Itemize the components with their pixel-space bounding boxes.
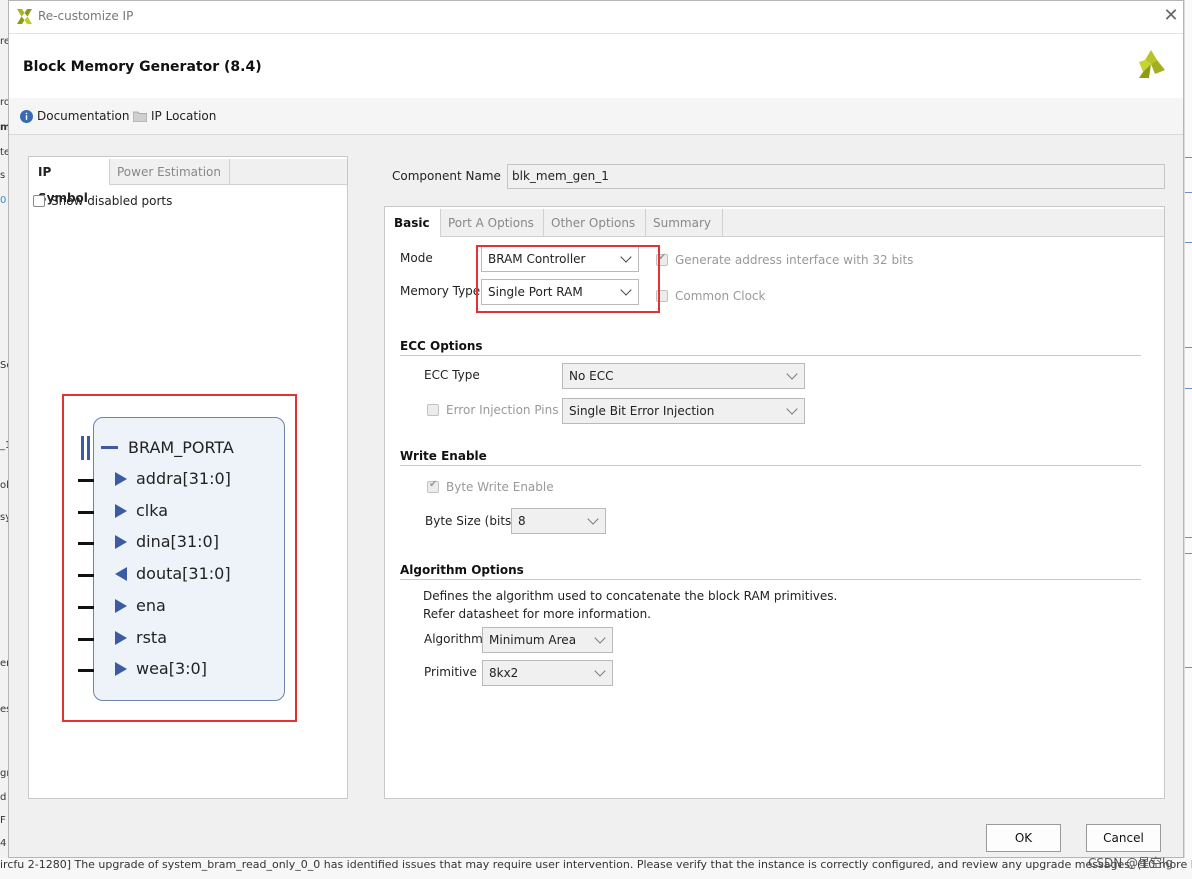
byte-size-select[interactable]: 8 bbox=[511, 508, 606, 534]
xilinx-logo-icon bbox=[17, 9, 32, 24]
byte-write-enable-label: Byte Write Enable bbox=[446, 480, 554, 494]
port-name: clka bbox=[136, 500, 169, 520]
algorithm-datasheet-note: Refer datasheet for more information. bbox=[423, 607, 651, 621]
primitive-select[interactable]: 8kx2 bbox=[482, 660, 613, 686]
generate-address-label: Generate address interface with 32 bits bbox=[675, 253, 914, 267]
port-row: douta[31:0] bbox=[29, 562, 329, 588]
ecc-type-select[interactable]: No ECC bbox=[562, 363, 805, 389]
port-row: ena bbox=[29, 594, 329, 620]
port-row: clka bbox=[29, 499, 329, 525]
info-icon bbox=[20, 110, 33, 123]
window-title: Re-customize IP bbox=[38, 9, 134, 23]
component-name-label: Component Name bbox=[392, 169, 501, 183]
mode-label: Mode bbox=[400, 251, 433, 265]
folder-icon bbox=[133, 111, 147, 122]
input-arrow-icon bbox=[115, 535, 127, 550]
background-app-right-strip bbox=[1184, 0, 1192, 879]
primitive-label: Primitive bbox=[424, 665, 477, 679]
port-pin bbox=[78, 669, 94, 673]
port-row: wea[3:0] bbox=[29, 657, 329, 683]
byte-write-enable-checkbox[interactable] bbox=[427, 479, 439, 493]
ip-symbol-panel: IP Symbol Power Estimation Show disabled… bbox=[28, 156, 348, 799]
port-pin bbox=[78, 510, 94, 514]
tab-power-estimation[interactable]: Power Estimation bbox=[110, 159, 230, 185]
tab-ip-symbol[interactable]: IP Symbol bbox=[31, 159, 110, 205]
port-name: dina[31:0] bbox=[136, 532, 219, 552]
section-divider bbox=[400, 579, 1141, 580]
algorithm-label: Algorithm bbox=[424, 632, 483, 646]
component-name-field[interactable]: blk_mem_gen_1 bbox=[507, 164, 1165, 189]
port-pin bbox=[78, 637, 94, 641]
background-status-bar: ircfu 2-1280] The upgrade of system_bram… bbox=[0, 858, 1192, 879]
byte-size-label: Byte Size (bits) bbox=[425, 514, 516, 528]
error-injection-label: Error Injection Pins bbox=[446, 403, 559, 417]
xilinx-brand-icon bbox=[1139, 50, 1165, 78]
bus-bar-icon bbox=[87, 436, 90, 460]
page-title: Block Memory Generator (8.4) bbox=[23, 59, 262, 75]
tab-summary[interactable]: Summary bbox=[646, 209, 723, 237]
status-message: ircfu 2-1280] The upgrade of system_bram… bbox=[0, 858, 1192, 871]
algorithm-select[interactable]: Minimum Area bbox=[482, 627, 613, 653]
dialog-header: Block Memory Generator (8.4) bbox=[9, 34, 1183, 98]
tab-port-a-options[interactable]: Port A Options bbox=[441, 209, 544, 237]
tab-strip-filler bbox=[230, 159, 347, 185]
common-clock-label: Common Clock bbox=[675, 289, 766, 303]
ecc-options-heading: ECC Options bbox=[400, 339, 483, 353]
algorithm-description: Defines the algorithm used to concatenat… bbox=[423, 589, 838, 603]
link-bar: Documentation IP Location bbox=[9, 98, 1183, 135]
title-bar[interactable]: Re-customize IP ✕ bbox=[9, 1, 1183, 34]
input-arrow-icon bbox=[115, 503, 127, 518]
tab-other-options[interactable]: Other Options bbox=[544, 209, 646, 237]
tab-basic[interactable]: Basic bbox=[387, 209, 441, 237]
error-injection-select[interactable]: Single Bit Error Injection bbox=[562, 398, 805, 424]
port-name: douta[31:0] bbox=[136, 564, 231, 584]
input-arrow-icon bbox=[115, 472, 127, 486]
port-name: rsta bbox=[136, 627, 167, 647]
error-injection-checkbox[interactable] bbox=[427, 404, 439, 416]
mode-highlight-box bbox=[476, 245, 660, 313]
section-divider bbox=[400, 465, 1141, 466]
ecc-type-label: ECC Type bbox=[424, 368, 480, 382]
port-pin bbox=[78, 479, 94, 482]
watermark: CSDN @星空lg bbox=[1088, 856, 1173, 870]
bus-collapse-icon[interactable] bbox=[101, 446, 118, 449]
show-disabled-ports-checkbox[interactable] bbox=[33, 195, 45, 207]
port-name: ena bbox=[136, 595, 166, 615]
recustomize-ip-dialog: Re-customize IP ✕ Block Memory Generator… bbox=[8, 0, 1184, 858]
input-arrow-icon bbox=[115, 598, 127, 613]
port-row: rsta bbox=[29, 626, 329, 652]
ip-location-link[interactable]: IP Location bbox=[151, 109, 216, 123]
port-pin bbox=[78, 574, 94, 578]
ok-button[interactable]: OK bbox=[986, 824, 1061, 852]
cancel-button[interactable]: Cancel bbox=[1086, 824, 1161, 852]
port-row: addra[31:0] bbox=[29, 467, 329, 493]
section-divider bbox=[400, 355, 1141, 356]
input-arrow-icon bbox=[115, 630, 127, 645]
port-name: wea[3:0] bbox=[136, 659, 207, 679]
show-disabled-ports-label: Show disabled ports bbox=[51, 194, 173, 208]
close-icon[interactable]: ✕ bbox=[1161, 6, 1181, 26]
bus-name: BRAM_PORTA bbox=[128, 438, 234, 457]
input-arrow-icon bbox=[115, 662, 127, 677]
port-pin bbox=[78, 605, 94, 609]
port-pin bbox=[78, 542, 94, 546]
algorithm-options-heading: Algorithm Options bbox=[400, 563, 524, 577]
port-row: dina[31:0] bbox=[29, 530, 329, 556]
bus-bar-icon bbox=[81, 436, 84, 460]
port-name: addra[31:0] bbox=[136, 469, 231, 488]
output-arrow-icon bbox=[115, 567, 127, 582]
documentation-link[interactable]: Documentation bbox=[37, 109, 130, 123]
memory-type-label: Memory Type bbox=[400, 284, 481, 298]
write-enable-heading: Write Enable bbox=[400, 449, 487, 463]
tab-strip-filler bbox=[723, 209, 1164, 237]
